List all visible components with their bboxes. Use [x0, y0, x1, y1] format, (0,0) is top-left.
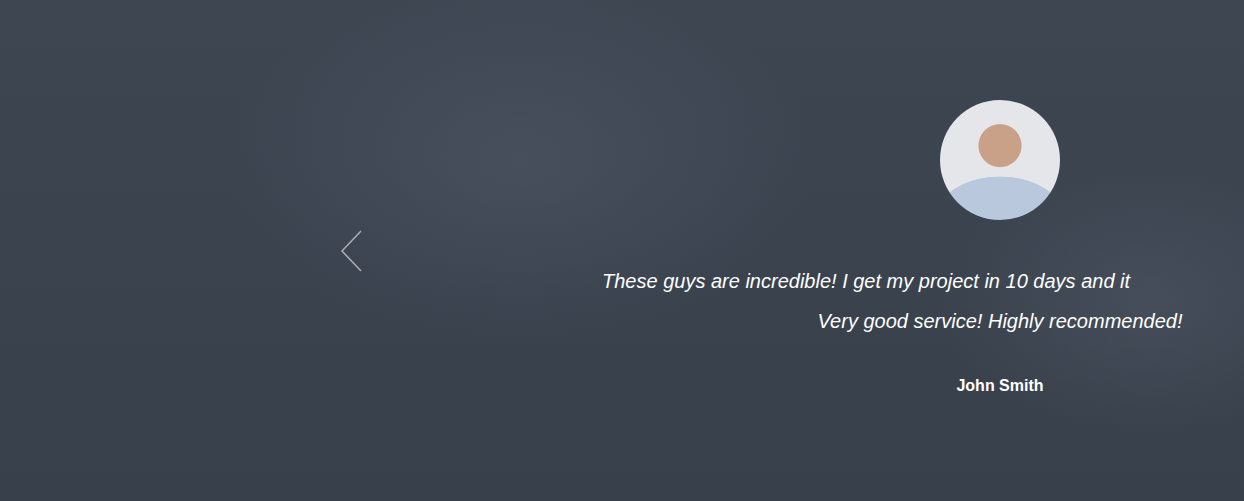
- testimonial-slide: These guys are incredible! I get my proj…: [600, 0, 1244, 396]
- testimonial-quote: These guys are incredible! I get my proj…: [600, 261, 1244, 341]
- testimonial-section: These guys are incredible! I get my proj…: [0, 0, 1244, 501]
- author-name: John Smith: [956, 376, 1043, 396]
- quote-line: Very good service! Highly recommended!: [600, 301, 1244, 341]
- chevron-left-icon: [340, 229, 364, 273]
- previous-button[interactable]: [340, 229, 364, 273]
- testimonial-slider: These guys are incredible! I get my proj…: [0, 0, 1244, 501]
- author-avatar: [940, 100, 1060, 220]
- quote-line: These guys are incredible! I get my proj…: [600, 261, 1244, 301]
